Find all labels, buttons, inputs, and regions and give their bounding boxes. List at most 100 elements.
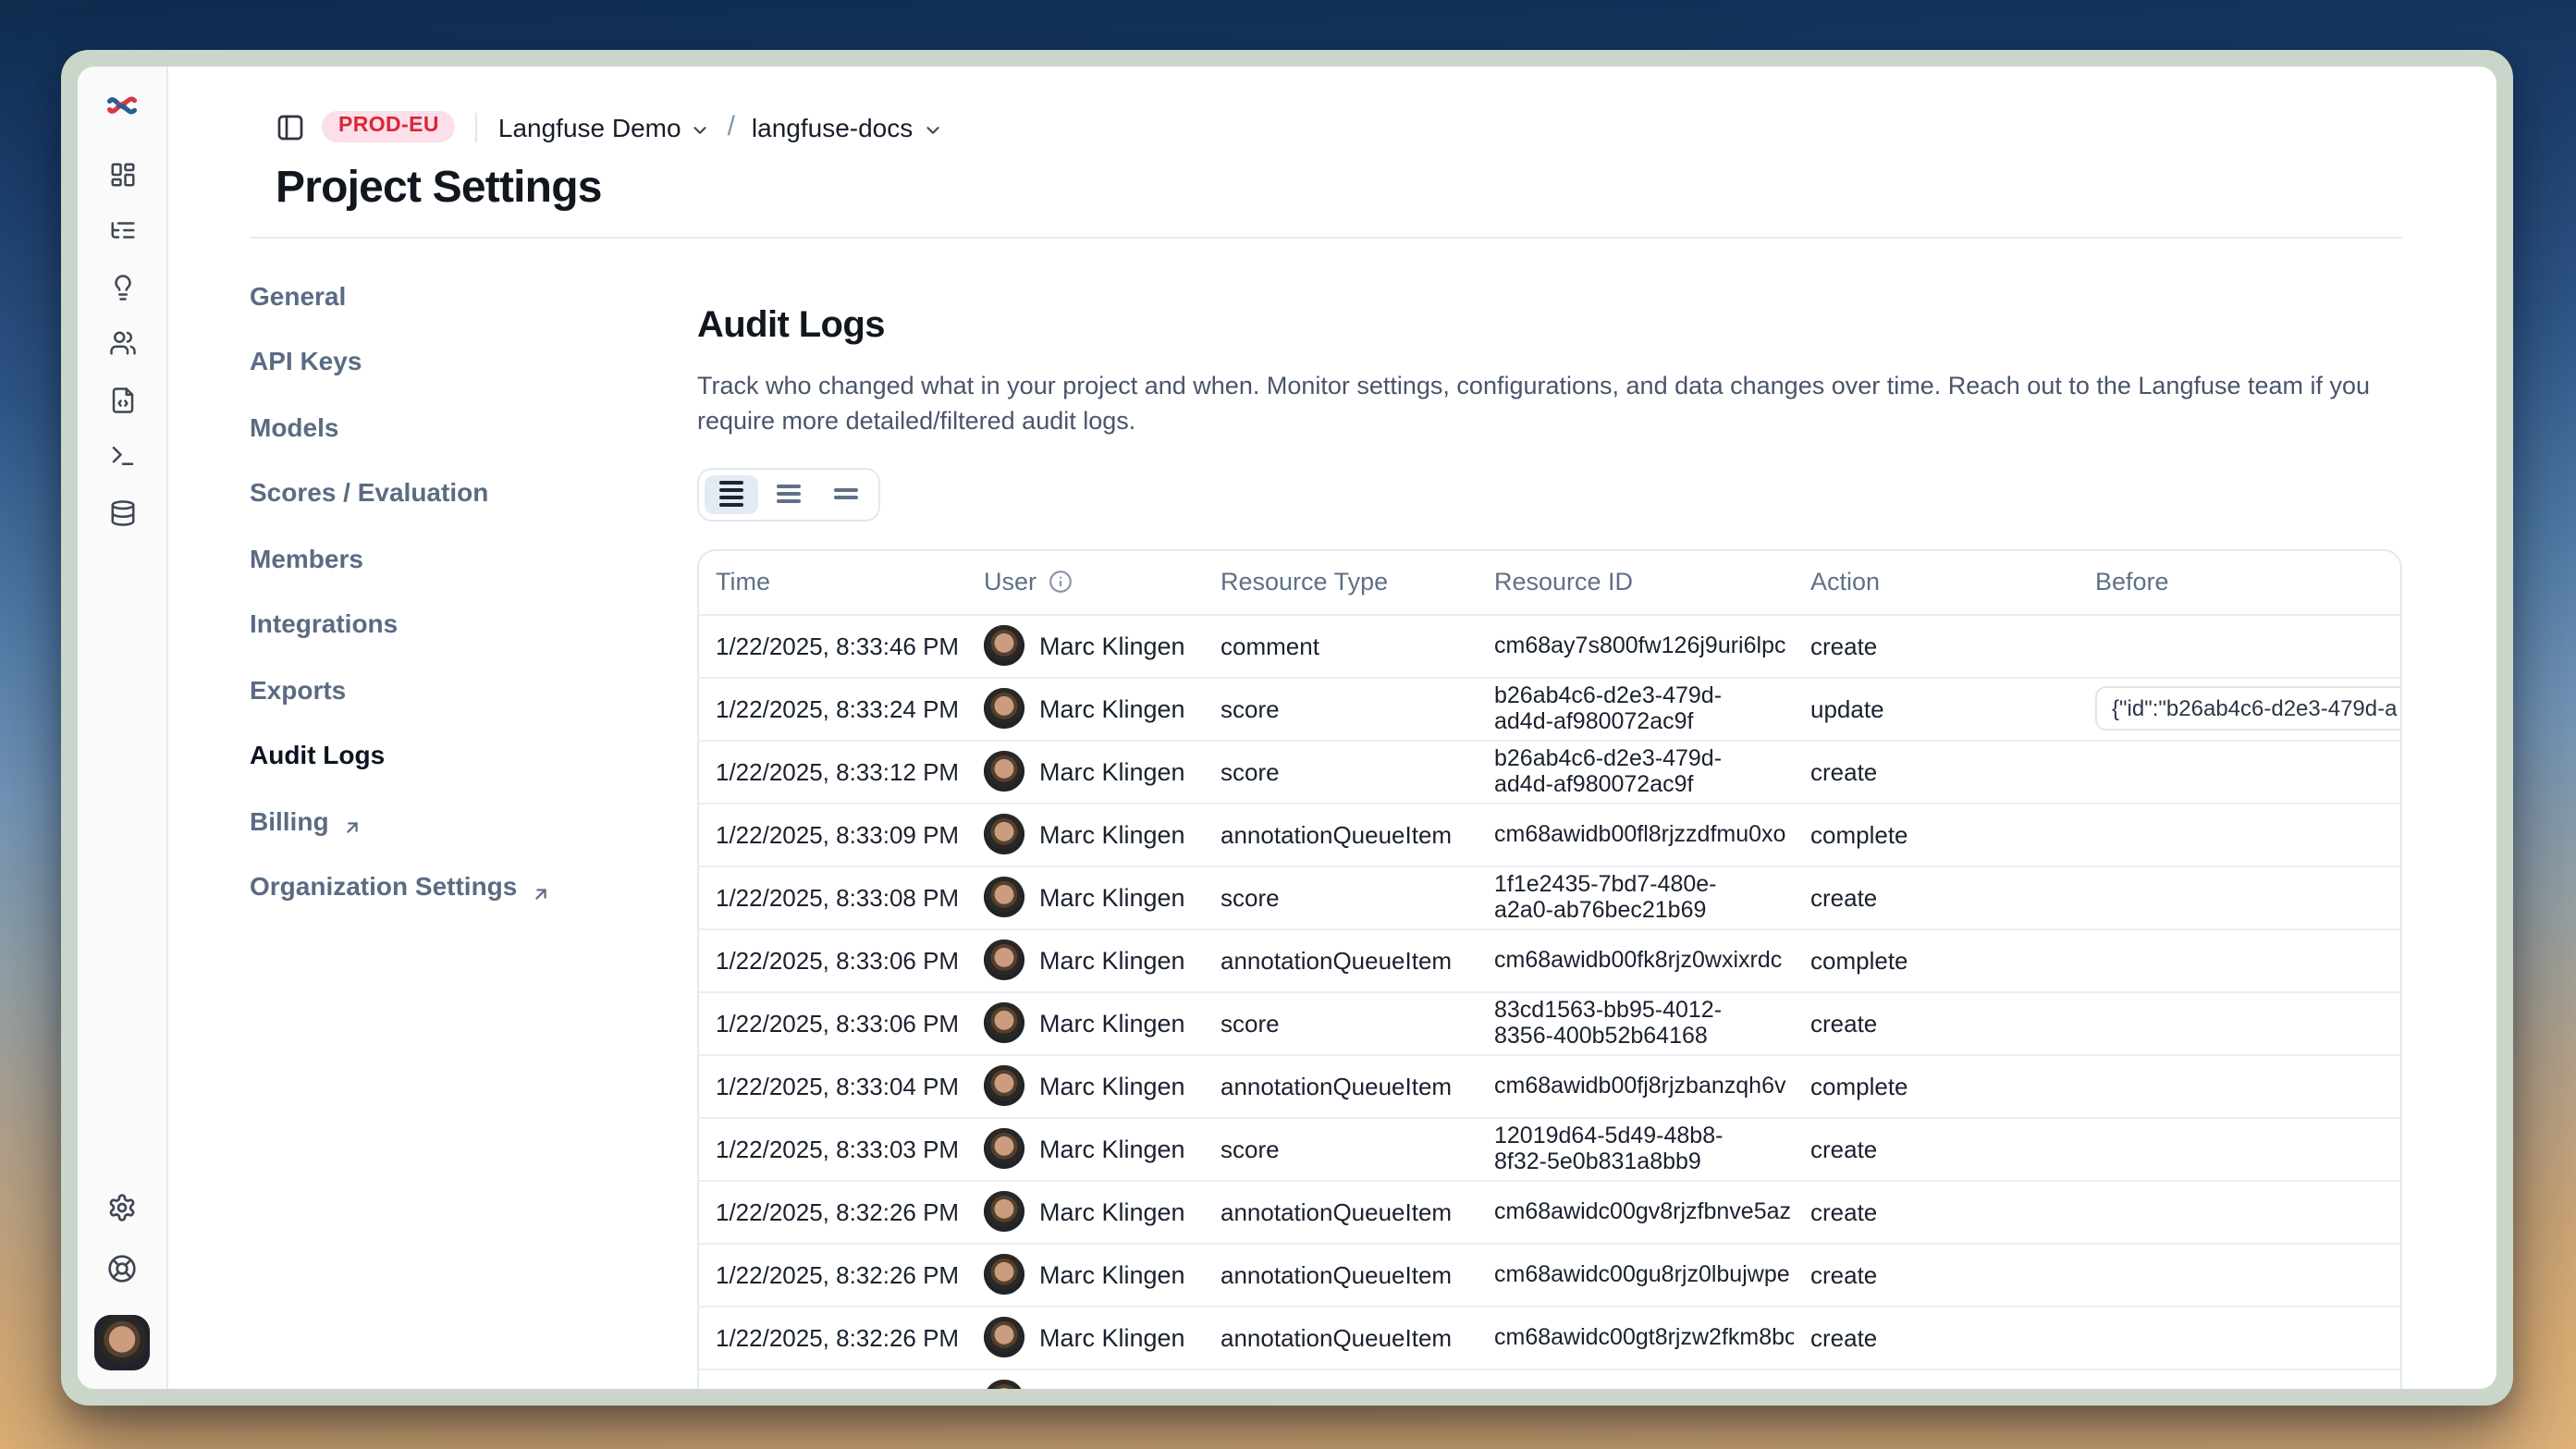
user-cell: Marc Klingen [967, 814, 1204, 854]
user-cell: Marc Klingen [967, 1065, 1204, 1106]
settings-nav-item[interactable]: Models [250, 408, 697, 445]
breadcrumb-separator: / [728, 111, 735, 142]
action-cell: create [1794, 1260, 2079, 1288]
table-row: 1/22/2025, 8:33:46 PM Marc Klingen comme… [699, 615, 2402, 678]
info-icon[interactable] [1048, 570, 1072, 594]
table-row: 1/22/2025, 8:33:03 PM Marc Klingen score… [699, 1118, 2402, 1181]
prompts-lightbulb-icon[interactable] [108, 273, 136, 301]
settings-nav-item[interactable]: Members [250, 539, 697, 576]
datasets-file-icon[interactable] [108, 386, 136, 413]
resource-type-cell: annotationQueueItem [1204, 1260, 1478, 1288]
table-row: 1/22/2025, 8:33:08 PM Marc Klingen score… [699, 866, 2402, 929]
user-avatar [984, 1380, 1024, 1389]
time-cell: 1/22/2025, 8:33:08 PM [699, 883, 967, 911]
langfuse-logo[interactable] [105, 88, 139, 121]
user-avatar [984, 625, 1024, 666]
resource-id-cell: b26ab4c6-d2e3-479d-ad4d-af980072ac9f [1478, 744, 1794, 798]
user-avatar [984, 1065, 1024, 1106]
action-cell: create [1794, 1197, 2079, 1225]
user-name: Marc Klingen [1039, 1386, 1185, 1389]
settings-nav-item[interactable]: Exports [250, 670, 697, 707]
settings-nav-item[interactable]: Billing [250, 802, 697, 839]
action-cell: create [1794, 1135, 2079, 1162]
chevron-down-icon [691, 117, 711, 137]
settings-nav-item[interactable]: API Keys [250, 342, 697, 379]
action-cell: create [1794, 1386, 2079, 1389]
user-name: Marc Klingen [1039, 1135, 1185, 1162]
app-window: PROD-EU Langfuse Demo / langfuse-docs Pr… [61, 49, 2513, 1406]
audit-logs-panel: Audit Logs Track who changed what in you… [697, 238, 2402, 1389]
time-cell: 1/22/2025, 8:32:26 PM [699, 1260, 967, 1288]
row-height-short-button[interactable] [819, 474, 873, 513]
user-name: Marc Klingen [1039, 1197, 1185, 1225]
table-row: 1/22/2025, 8:33:04 PM Marc Klingen annot… [699, 1055, 2402, 1118]
environment-badge: PROD-EU [322, 111, 456, 143]
settings-nav-item[interactable]: Organization Settings [250, 867, 697, 904]
tracing-icon[interactable] [108, 216, 136, 244]
user-cell: Marc Klingen [967, 1254, 1204, 1295]
resource-id-cell: b26ab4c6-d2e3-479d-ad4d-af980072ac9f [1478, 682, 1794, 735]
row-height-medium-button[interactable] [762, 474, 816, 513]
sidebar-toggle-icon[interactable] [276, 112, 305, 141]
time-cell: 1/22/2025, 8:32:26 PM [699, 1323, 967, 1351]
col-user: User [967, 568, 1204, 596]
playground-terminal-icon[interactable] [108, 442, 136, 470]
resource-type-cell: annotationQueueItem [1204, 1197, 1478, 1225]
rows-3-icon [777, 485, 801, 503]
action-cell: create [1794, 883, 2079, 911]
resource-type-cell: score [1204, 1009, 1478, 1037]
resource-type-cell: score [1204, 883, 1478, 911]
time-cell: 1/22/2025, 8:32:26 PM [699, 1197, 967, 1225]
time-cell: 1/22/2025, 8:33:03 PM [699, 1135, 967, 1162]
resource-id-cell: cm68awidc00gu8rjz0lbujwpe [1478, 1261, 1794, 1288]
divider [476, 112, 478, 141]
support-lifebuoy-icon[interactable] [107, 1254, 137, 1283]
user-avatar [984, 751, 1024, 792]
user-avatar [984, 1002, 1024, 1043]
time-cell: 1/22/2025, 8:33:12 PM [699, 757, 967, 785]
resource-id-cell: 83cd1563-bb95-4012-8356-400b52b64168 [1478, 996, 1794, 1050]
org-switcher[interactable]: Langfuse Demo [498, 112, 711, 141]
user-cell: Marc Klingen [967, 939, 1204, 980]
settings-gear-icon[interactable] [107, 1193, 137, 1222]
dashboard-icon[interactable] [108, 160, 136, 188]
user-avatar [984, 1191, 1024, 1232]
table-row: 1/22/2025, 8:32:26 PM Marc Klingen annot… [699, 1369, 2402, 1389]
users-icon[interactable] [108, 329, 136, 357]
resource-type-cell: score [1204, 694, 1478, 722]
user-avatar [984, 1128, 1024, 1169]
user-avatar [984, 877, 1024, 917]
col-before: Before [2079, 568, 2402, 596]
table-row: 1/22/2025, 8:32:26 PM Marc Klingen annot… [699, 1244, 2402, 1307]
action-cell: create [1794, 632, 2079, 659]
settings-nav-item[interactable]: Integrations [250, 605, 697, 642]
database-icon[interactable] [108, 498, 136, 526]
row-height-tall-button[interactable] [705, 474, 758, 513]
resource-type-cell: annotationQueueItem [1204, 1386, 1478, 1389]
user-name: Marc Klingen [1039, 632, 1185, 659]
resource-id-cell: cm68awidc00gs8rjzgyxl5sqw [1478, 1387, 1794, 1390]
resource-type-cell: score [1204, 757, 1478, 785]
user-name: Marc Klingen [1039, 757, 1185, 785]
resource-id-cell: cm68awidb00fl8rjzzdfmu0xo [1478, 821, 1794, 848]
settings-nav-item[interactable]: General [250, 276, 697, 313]
user-cell: Marc Klingen [967, 1002, 1204, 1043]
section-heading: Audit Logs [697, 304, 2402, 347]
before-json-preview[interactable]: {"id":"b26ab4c6-d2e3-479d-a [2095, 686, 2402, 731]
time-cell: 1/22/2025, 8:33:09 PM [699, 820, 967, 848]
col-action: Action [1794, 568, 2079, 596]
resource-id-cell: cm68awidc00gv8rjzfbnve5az [1478, 1198, 1794, 1225]
resource-id-cell: 1f1e2435-7bd7-480e-a2a0-ab76bec21b69 [1478, 870, 1794, 924]
user-avatar [984, 688, 1024, 729]
table-row: 1/22/2025, 8:32:26 PM Marc Klingen annot… [699, 1307, 2402, 1369]
time-cell: 1/22/2025, 8:33:06 PM [699, 1009, 967, 1037]
avatar[interactable] [94, 1315, 150, 1370]
col-resource-type: Resource Type [1204, 568, 1478, 596]
project-switcher[interactable]: langfuse-docs [752, 112, 942, 141]
table-row: 1/22/2025, 8:33:24 PM Marc Klingen score… [699, 678, 2402, 741]
resource-type-cell: annotationQueueItem [1204, 1323, 1478, 1351]
settings-nav-item[interactable]: Audit Logs [250, 736, 697, 773]
chevron-down-icon [922, 117, 942, 137]
settings-nav-item[interactable]: Scores / Evaluation [250, 473, 697, 510]
user-name: Marc Klingen [1039, 946, 1185, 974]
